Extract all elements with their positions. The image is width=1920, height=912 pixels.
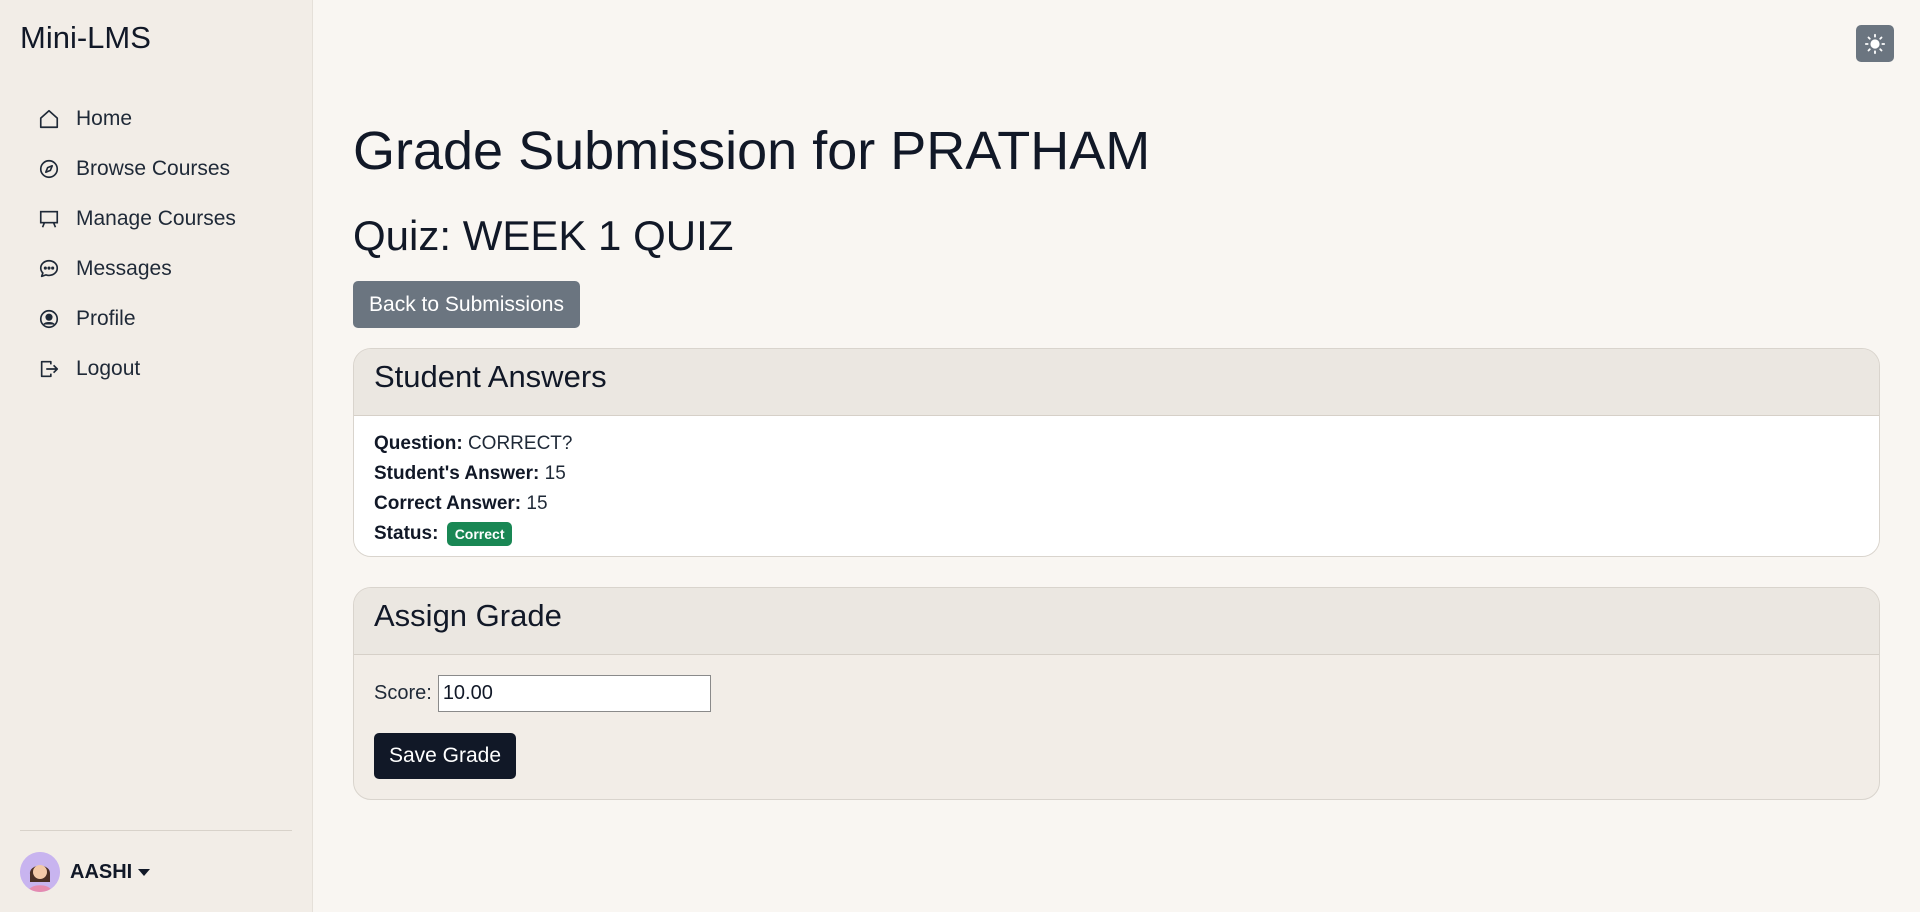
status-label: Status: [374, 523, 439, 544]
sidebar-item-browse-courses[interactable]: Browse Courses [38, 144, 236, 194]
question-value: CORRECT? [467, 433, 573, 454]
status-badge: Correct [446, 521, 513, 546]
sidebar-item-label: Logout [76, 357, 141, 380]
assign-grade-card: Assign Grade Score: Save Grade [353, 587, 1880, 800]
sidebar-divider [20, 830, 292, 831]
correct-answer-label: Correct Answer: [374, 493, 522, 514]
sidebar-item-label: Manage Courses [76, 207, 236, 230]
quiz-title: Quiz: WEEK 1 QUIZ [353, 212, 734, 259]
card-title: Assign Grade [354, 588, 1879, 655]
logout-icon [40, 360, 59, 378]
sidebar-item-logout[interactable]: Logout [38, 344, 236, 394]
sidebar-item-profile[interactable]: Profile [38, 294, 236, 344]
student-answer-row: Student's Answer: 15 [374, 459, 1859, 489]
correct-answer-value: 15 [526, 493, 548, 514]
score-input[interactable] [437, 675, 711, 712]
sidebar-item-label: Home [76, 107, 133, 130]
avatar [20, 852, 60, 892]
status-row: Status: Correct [374, 519, 1859, 549]
sidebar-nav: Home Browse Courses Manage Courses Messa… [38, 94, 236, 394]
sidebar-item-label: Browse Courses [76, 157, 231, 180]
student-answers-card: Student Answers Question: CORRECT? Stude… [353, 348, 1880, 557]
sidebar-item-home[interactable]: Home [38, 94, 236, 144]
page-title: Grade Submission for PRATHAM [353, 121, 1151, 181]
answers-body: Question: CORRECT? Student's Answer: 15 … [354, 416, 1879, 556]
sidebar: Mini-LMS Home Browse Courses Manage Cour… [0, 0, 313, 912]
back-to-submissions-button[interactable]: Back to Submissions [353, 281, 580, 328]
caret-down-icon [138, 868, 151, 876]
save-grade-button[interactable]: Save Grade [374, 733, 516, 779]
compass-icon [39, 159, 59, 179]
sidebar-item-label: Messages [76, 257, 172, 280]
question-row: Question: CORRECT? [374, 429, 1859, 459]
sidebar-item-label: Profile [76, 307, 136, 330]
easel-icon [39, 210, 59, 228]
home-icon [39, 109, 59, 129]
user-menu[interactable]: AASHI [20, 852, 151, 892]
sun-icon [1864, 33, 1886, 54]
score-row: Score: [374, 675, 1859, 712]
sidebar-item-manage-courses[interactable]: Manage Courses [38, 194, 236, 244]
user-circle-icon [39, 309, 59, 329]
theme-toggle-button[interactable] [1856, 25, 1894, 62]
correct-answer-row: Correct Answer: 15 [374, 489, 1859, 519]
student-answer-value: 15 [544, 463, 566, 484]
question-label: Question: [374, 433, 463, 454]
card-title: Student Answers [354, 349, 1879, 416]
brand-logo[interactable]: Mini-LMS [20, 20, 151, 56]
score-label: Score: [374, 682, 432, 704]
chat-icon [39, 259, 59, 278]
grade-form: Score: Save Grade [354, 655, 1879, 779]
student-answer-label: Student's Answer: [374, 463, 540, 484]
user-name: AASHI [70, 860, 133, 883]
sidebar-item-messages[interactable]: Messages [38, 244, 236, 294]
